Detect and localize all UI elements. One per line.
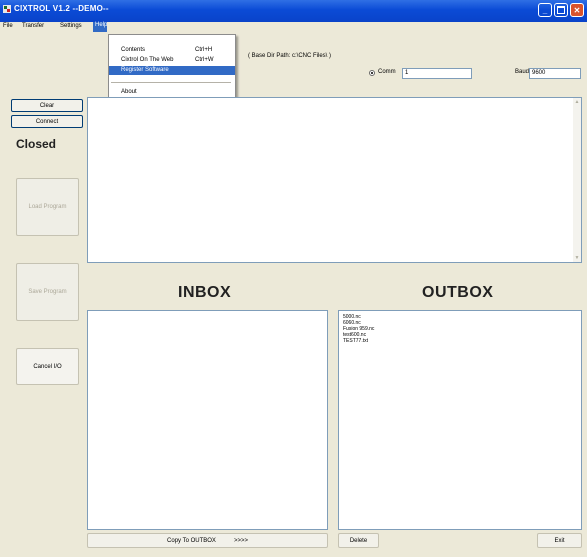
close-icon: ✕	[573, 5, 581, 15]
menu-file[interactable]: File	[2, 23, 14, 29]
connect-button[interactable]: Connect	[11, 115, 83, 128]
load-program-button[interactable]: Load Program	[16, 178, 79, 236]
outbox-title: OUTBOX	[422, 284, 494, 301]
menu-item-contents[interactable]: Contents Ctrl+H	[109, 46, 235, 55]
app-icon	[3, 5, 11, 13]
log-scrollbar[interactable]: ▲ ▼	[573, 98, 581, 262]
menu-transfer[interactable]: Transfer	[21, 23, 45, 29]
connection-status: Closed	[16, 137, 57, 151]
menu-item-about[interactable]: About	[109, 88, 235, 97]
menu-bar	[0, 22, 587, 33]
baud-label: Baud	[515, 69, 530, 75]
base-dir-label: ( Base Dir Path: c:\CNC Files\ )	[248, 53, 332, 59]
scroll-up-icon[interactable]: ▲	[574, 99, 580, 105]
comm-radio[interactable]	[369, 70, 375, 76]
arrows-icon: >>>>	[233, 537, 248, 544]
menu-help[interactable]: Help	[93, 22, 107, 32]
exit-button[interactable]: Exit	[537, 533, 582, 548]
list-item[interactable]: TEST77.txt	[343, 338, 368, 344]
minimize-icon: _	[542, 5, 548, 15]
comm-label: Comm	[378, 69, 396, 75]
window-title: CIXTROL V1.2 --DEMO--	[14, 4, 109, 13]
help-dropdown: Contents Ctrl+H Cixtrol On The Web Ctrl+…	[108, 34, 236, 103]
outbox-list[interactable]: 5000.nc 6060.nc Fusion 959.nc test600.nc…	[338, 310, 582, 530]
menu-separator	[111, 82, 231, 83]
baud-input[interactable]: 9600	[529, 68, 581, 79]
menu-settings[interactable]: Settings	[59, 23, 83, 29]
save-program-button[interactable]: Save Program	[16, 263, 79, 321]
clear-button[interactable]: Clear	[11, 99, 83, 112]
log-area[interactable]	[87, 97, 582, 263]
comm-input[interactable]: 1	[402, 68, 472, 79]
copy-to-outbox-label: Copy To OUTBOX	[167, 537, 216, 544]
delete-button[interactable]: Delete	[338, 533, 379, 548]
inbox-title: INBOX	[178, 284, 232, 301]
menu-item-cixtrol-web[interactable]: Cixtrol On The Web Ctrl+W	[109, 56, 235, 65]
minimize-button[interactable]: _	[538, 3, 552, 17]
copy-to-outbox-button[interactable]: Copy To OUTBOX >>>>	[87, 533, 328, 548]
close-button[interactable]: ✕	[570, 3, 584, 17]
maximize-button[interactable]	[554, 3, 568, 17]
maximize-icon	[557, 6, 565, 14]
inbox-list[interactable]	[87, 310, 328, 530]
scroll-down-icon[interactable]: ▼	[574, 255, 580, 261]
menu-item-register[interactable]: Register Software	[109, 66, 235, 75]
cancel-io-button[interactable]: Cancel I/O	[16, 348, 79, 385]
